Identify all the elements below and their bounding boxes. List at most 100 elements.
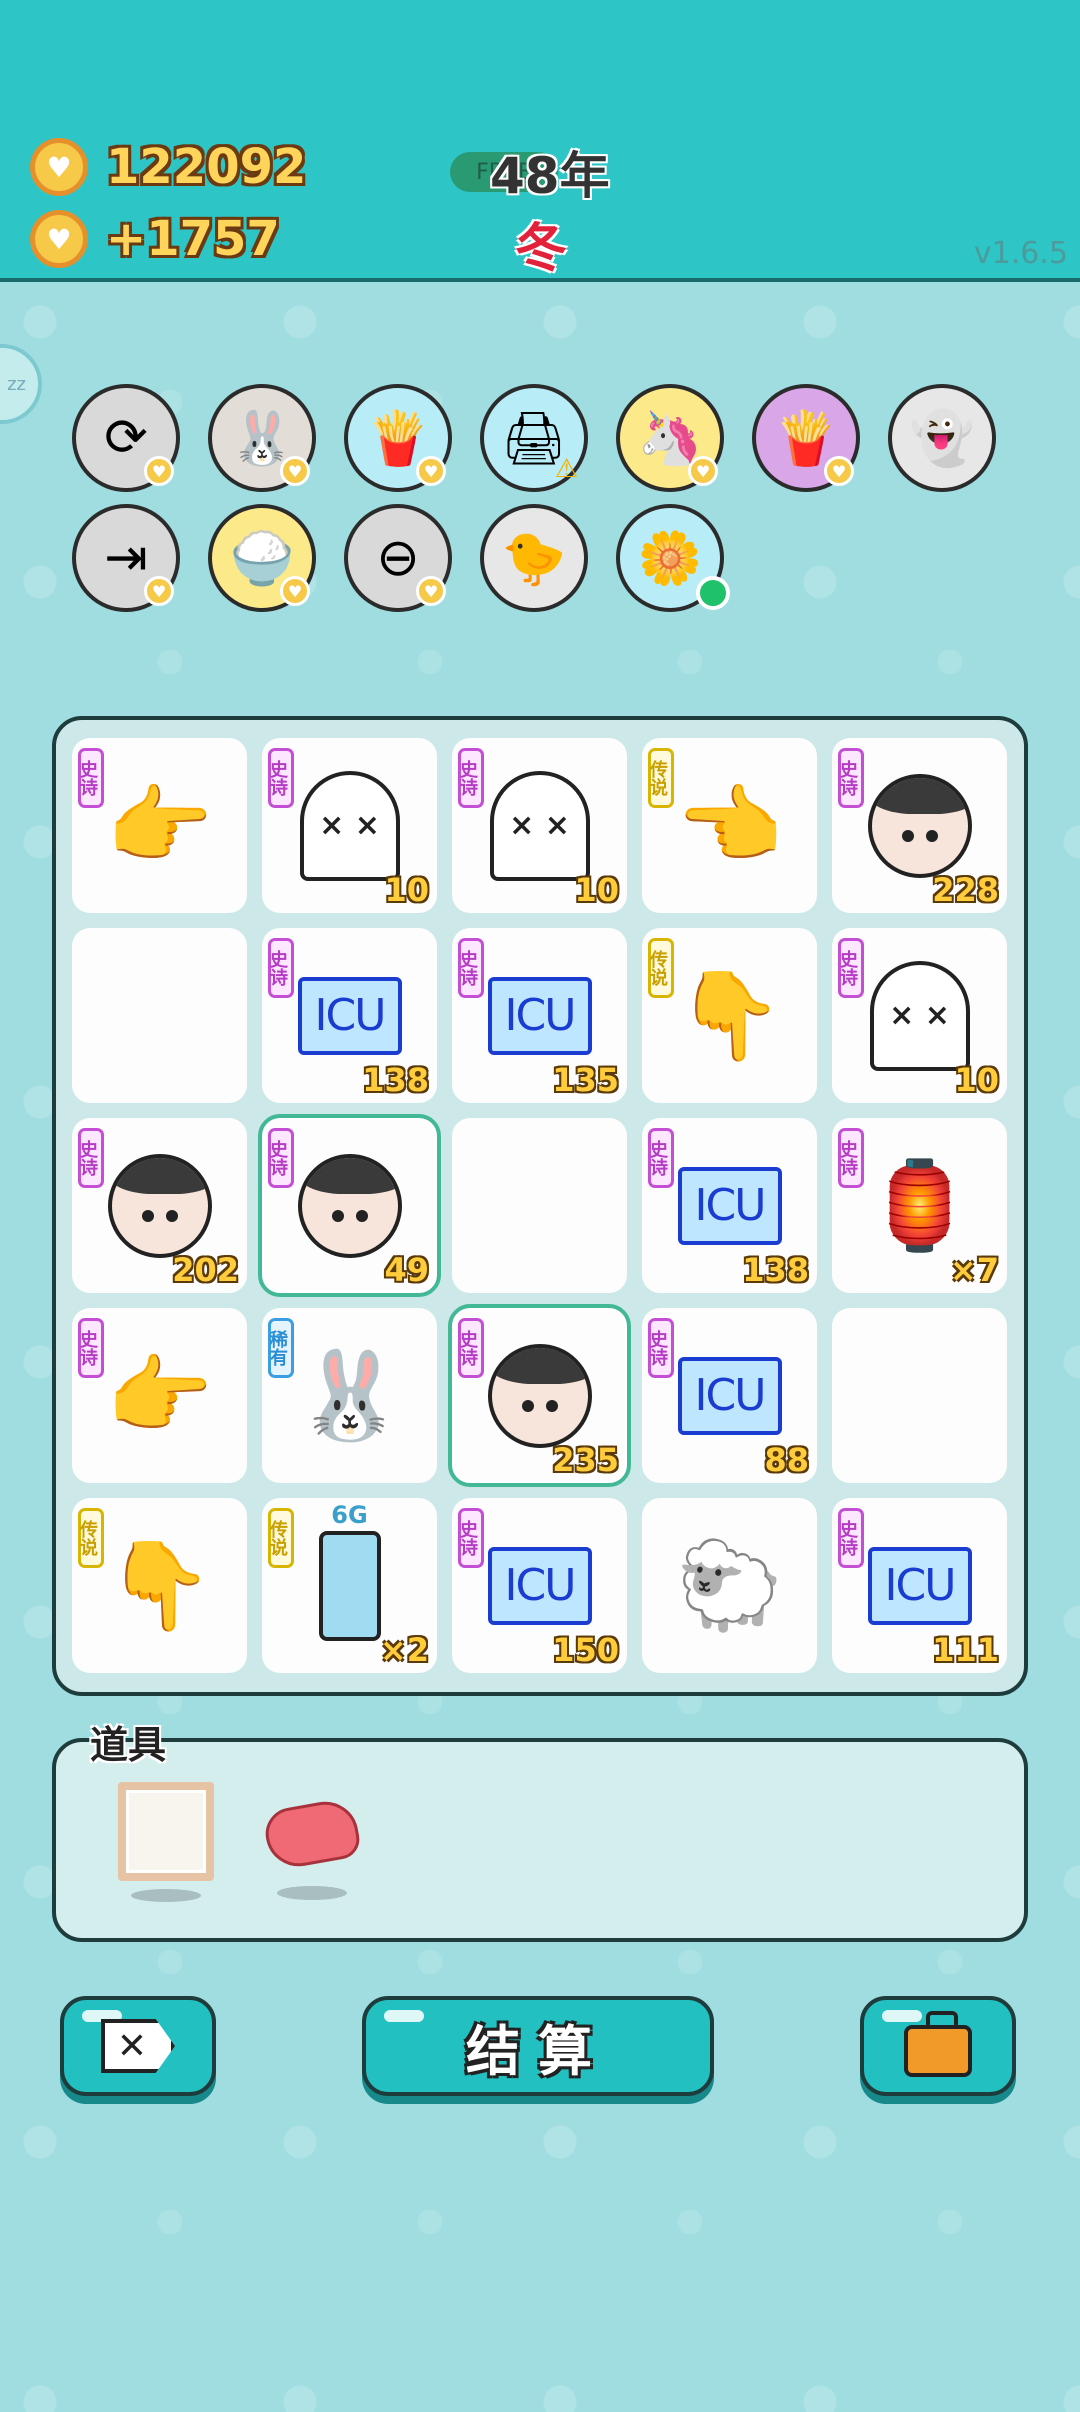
board-tile[interactable]: 史诗 ICU 150 xyxy=(452,1498,627,1673)
board-tile[interactable]: 史诗 ICU 135 xyxy=(452,928,627,1103)
board-tile[interactable] xyxy=(452,1118,627,1293)
icu-icon: ICU xyxy=(487,976,592,1055)
heart-badge-icon: ♥ xyxy=(144,456,174,486)
tile-count: 10 xyxy=(954,1061,999,1099)
frame-icon xyxy=(118,1782,214,1882)
flower-pot-icon[interactable]: 🌼 xyxy=(616,504,730,612)
rarity-tag: 史诗 xyxy=(457,748,484,808)
rarity-tag: 史诗 xyxy=(837,1508,864,1568)
settle-button[interactable]: 结算 xyxy=(362,1996,714,2096)
tile-count: 88 xyxy=(764,1441,809,1479)
top-status-bar: ♥ 122092 ♥ +1757 FREE 48年 冬 v1.6.5 xyxy=(0,0,1080,282)
active-dot-icon xyxy=(696,576,730,610)
skip-icon-glyph: ⇥ xyxy=(104,528,148,588)
refresh-icon[interactable]: ⟳ ♥ xyxy=(72,384,180,492)
pressure-cooker-icon[interactable]: 🐤 xyxy=(480,504,588,612)
heart-badge-icon: ♥ xyxy=(416,576,446,606)
board-tile[interactable]: 史诗 🏮 ×7 xyxy=(832,1118,1007,1293)
flower-pot-icon-glyph: 🌼 xyxy=(637,528,703,589)
rarity-tag: 稀有 xyxy=(267,1318,294,1378)
eye xyxy=(141,1209,154,1222)
season-label: 冬 xyxy=(515,219,568,279)
sheep-icon: 🐑 xyxy=(675,1535,784,1636)
item-slot-frame[interactable] xyxy=(116,1782,216,1902)
board-tile[interactable]: 史诗 × × 10 xyxy=(262,738,437,913)
item-slot-liver[interactable] xyxy=(261,1782,363,1902)
board-tile[interactable]: 传说 6G ×2 xyxy=(262,1498,437,1673)
board-tile[interactable]: 传说 👈 xyxy=(642,738,817,913)
eye xyxy=(521,1399,534,1412)
minus-icon-glyph: ⊖ xyxy=(376,528,420,588)
fries-purple-icon[interactable]: 🍟 ♥ xyxy=(752,384,860,492)
board-tile[interactable]: 史诗 × × 10 xyxy=(832,928,1007,1103)
income-amount: +1757 xyxy=(106,211,280,267)
board-tile[interactable]: 史诗 ICU 111 xyxy=(832,1498,1007,1673)
rarity-tag: 传说 xyxy=(647,748,674,808)
pointing-hand-gray-icon: 👉 xyxy=(105,775,214,876)
coin-balance: ♥ 122092 xyxy=(30,138,306,196)
icu-icon: ICU xyxy=(487,1546,592,1625)
tile-count: 49 xyxy=(384,1251,429,1289)
eye xyxy=(355,1209,368,1222)
inventory-button[interactable] xyxy=(860,1996,1016,2096)
items-panel: 道具 xyxy=(52,1723,1028,1942)
rabbit-icon[interactable]: 🐰 ♥ xyxy=(208,384,316,492)
briefcase-icon xyxy=(904,2011,972,2077)
rarity-tag: 史诗 xyxy=(77,1128,104,1188)
rarity-tag: 传说 xyxy=(77,1508,104,1568)
board-tile[interactable]: 传说 👇 xyxy=(642,928,817,1103)
pressure-cooker-icon-glyph: 🐤 xyxy=(501,528,567,589)
rice-bowl-icon[interactable]: 🍚 ♥ xyxy=(208,504,316,612)
board-tile[interactable]: 史诗 × × 10 xyxy=(452,738,627,913)
fries-icon[interactable]: 🍟 ♥ xyxy=(344,384,452,492)
board-tile[interactable]: 史诗 202 xyxy=(72,1118,247,1293)
board-tile[interactable]: 史诗 228 xyxy=(832,738,1007,913)
board-tile[interactable]: 史诗 ICU 88 xyxy=(642,1308,817,1483)
board-tile[interactable]: 史诗 235 xyxy=(448,1304,631,1487)
exit-button[interactable]: ✕ xyxy=(60,1996,216,2096)
tile-count: 138 xyxy=(362,1061,429,1099)
unicorn-icon[interactable]: 🦄 ♥ xyxy=(616,384,724,492)
tile-count: 202 xyxy=(172,1251,239,1289)
tile-count: 111 xyxy=(932,1631,999,1669)
board-tile[interactable]: 传说 👇 xyxy=(72,1498,247,1673)
coin-income: ♥ +1757 xyxy=(30,210,280,268)
face-icon xyxy=(867,773,972,878)
board-grid: 史诗 👉 史诗 × × 10 史诗 × × 10 传说 👈 史诗 228 史诗 ICU 138 史诗 ICU 13… xyxy=(72,738,1008,1673)
tile-count: 228 xyxy=(932,871,999,909)
rarity-tag: 史诗 xyxy=(77,1318,104,1378)
ghost-icon: × × xyxy=(489,770,590,881)
rarity-tag: 史诗 xyxy=(267,1128,294,1188)
tile-count: 235 xyxy=(552,1441,619,1479)
items-title: 道具 xyxy=(90,1723,167,1767)
ghost-tongue-icon[interactable]: 👻 xyxy=(888,384,996,492)
heart-badge-icon: ♥ xyxy=(144,576,174,606)
skip-icon[interactable]: ⇥ ♥ xyxy=(72,504,180,612)
board-tile[interactable] xyxy=(72,928,247,1103)
board-tile[interactable]: 🐑 xyxy=(642,1498,817,1673)
rarity-tag: 史诗 xyxy=(647,1128,674,1188)
board-tile[interactable]: 稀有 🐰 xyxy=(262,1308,437,1483)
printer-icon[interactable]: 🖨 ⚠ xyxy=(480,384,588,492)
heart-badge-icon: ♥ xyxy=(824,456,854,486)
rarity-tag: 史诗 xyxy=(647,1318,674,1378)
icu-icon: ICU xyxy=(867,1546,972,1625)
fridge-label: 6G xyxy=(331,1500,368,1529)
face-icon xyxy=(107,1153,212,1258)
board-tile[interactable]: 史诗 49 xyxy=(258,1114,441,1297)
year-label: 48年 xyxy=(490,147,610,205)
rabbit-house-icon: 🏮 xyxy=(865,1155,974,1256)
face-icon xyxy=(297,1153,402,1258)
board-tile[interactable]: 史诗 ICU 138 xyxy=(262,928,437,1103)
active-items-row-1: ⟳ ♥ 🐰 ♥ 🍟 ♥ 🖨 ⚠ 🦄 ♥ 🍟 ♥ 👻 xyxy=(72,384,1012,492)
board-tile[interactable]: 史诗 ICU 138 xyxy=(642,1118,817,1293)
board-tile[interactable] xyxy=(832,1308,1007,1483)
game-board: 史诗 👉 史诗 × × 10 史诗 × × 10 传说 👈 史诗 228 史诗 ICU 138 史诗 ICU 13… xyxy=(52,716,1028,1696)
minus-icon[interactable]: ⊖ ♥ xyxy=(344,504,452,612)
heart-badge-icon: ♥ xyxy=(688,456,718,486)
board-tile[interactable]: 史诗 👉 xyxy=(72,1308,247,1483)
rarity-tag: 史诗 xyxy=(837,1128,864,1188)
ghost-icon: × × xyxy=(869,960,970,1071)
board-tile[interactable]: 史诗 👉 xyxy=(72,738,247,913)
rarity-tag: 传说 xyxy=(267,1508,294,1568)
